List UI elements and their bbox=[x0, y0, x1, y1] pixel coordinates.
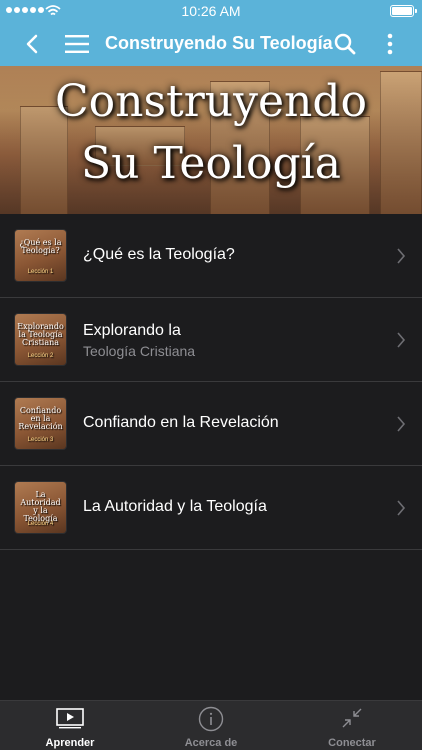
status-time: 10:26 AM bbox=[181, 3, 241, 19]
thumbnail-lesson-label: Lección 4 bbox=[27, 521, 54, 527]
tab-bar: Aprender Acerca de Conectar bbox=[0, 700, 422, 750]
banner-title-line1: Construyendo bbox=[54, 76, 368, 127]
lesson-title: Confiando en la Revelación bbox=[83, 414, 279, 431]
thumbnail-lesson-label: Lección 2 bbox=[27, 353, 54, 359]
lesson-row[interactable]: Confiando en la Revelación Lección 3 Con… bbox=[0, 382, 422, 466]
status-bar: 10:26 AM bbox=[0, 0, 422, 22]
tab-label: Acerca de bbox=[184, 737, 238, 749]
chevron-right-icon bbox=[397, 416, 406, 432]
banner-title-line2: Su Teología bbox=[81, 138, 341, 189]
thumbnail-lesson-label: Lección 3 bbox=[27, 437, 54, 443]
more-vertical-icon bbox=[387, 33, 393, 55]
page-title: Construyendo Su Teología bbox=[105, 33, 333, 53]
lesson-thumbnail: Confiando en la Revelación Lección 3 bbox=[15, 398, 66, 449]
play-video-icon bbox=[56, 708, 84, 729]
thumbnail-title: La Autoridad y la Teología bbox=[20, 490, 61, 523]
tab-acerca-de[interactable]: Acerca de bbox=[141, 701, 281, 750]
lesson-thumbnail: ¿Qué es la Teología? Lección 1 bbox=[15, 230, 66, 281]
lesson-row[interactable]: Explorando la Teología Cristiana Lección… bbox=[0, 298, 422, 382]
back-button[interactable] bbox=[18, 22, 46, 66]
tab-conectar[interactable]: Conectar bbox=[282, 701, 422, 750]
lesson-row[interactable]: La Autoridad y la Teología Lección 4 La … bbox=[0, 466, 422, 550]
thumbnail-title: ¿Qué es la Teología? bbox=[19, 238, 62, 255]
tab-label: Conectar bbox=[328, 737, 376, 749]
thumbnail-lesson-label: Lección 1 bbox=[27, 269, 54, 275]
battery-icon bbox=[390, 5, 417, 17]
chevron-right-icon bbox=[397, 248, 406, 264]
more-options-button[interactable] bbox=[378, 22, 402, 66]
lesson-list: ¿Qué es la Teología? Lección 1 ¿Qué es l… bbox=[0, 214, 422, 550]
chevron-right-icon bbox=[397, 332, 406, 348]
menu-button[interactable] bbox=[60, 22, 94, 66]
chevron-left-icon bbox=[26, 34, 38, 54]
chevron-right-icon bbox=[397, 500, 406, 516]
tab-label: Aprender bbox=[45, 737, 95, 749]
lesson-title: Explorando la bbox=[83, 322, 181, 339]
search-icon bbox=[334, 33, 356, 55]
course-banner: Construyendo Su Teología bbox=[0, 66, 422, 214]
info-icon bbox=[198, 706, 224, 732]
thumbnail-title: Explorando la Teología Cristiana bbox=[17, 322, 64, 347]
lesson-thumbnail: La Autoridad y la Teología Lección 4 bbox=[15, 482, 66, 533]
hamburger-menu-icon bbox=[65, 35, 89, 53]
lesson-thumbnail: Explorando la Teología Cristiana Lección… bbox=[15, 314, 66, 365]
search-button[interactable] bbox=[330, 22, 360, 66]
tab-aprender[interactable]: Aprender bbox=[0, 701, 140, 750]
lesson-title: La Autoridad y la Teología bbox=[83, 498, 267, 515]
lesson-title: ¿Qué es la Teología? bbox=[83, 246, 235, 263]
thumbnail-title: Confiando en la Revelación bbox=[18, 406, 63, 431]
lesson-subtitle: Teología Cristiana bbox=[83, 343, 196, 359]
collapse-arrows-icon bbox=[342, 708, 362, 728]
nav-bar: Construyendo Su Teología bbox=[0, 22, 422, 66]
lesson-row[interactable]: ¿Qué es la Teología? Lección 1 ¿Qué es l… bbox=[0, 214, 422, 298]
